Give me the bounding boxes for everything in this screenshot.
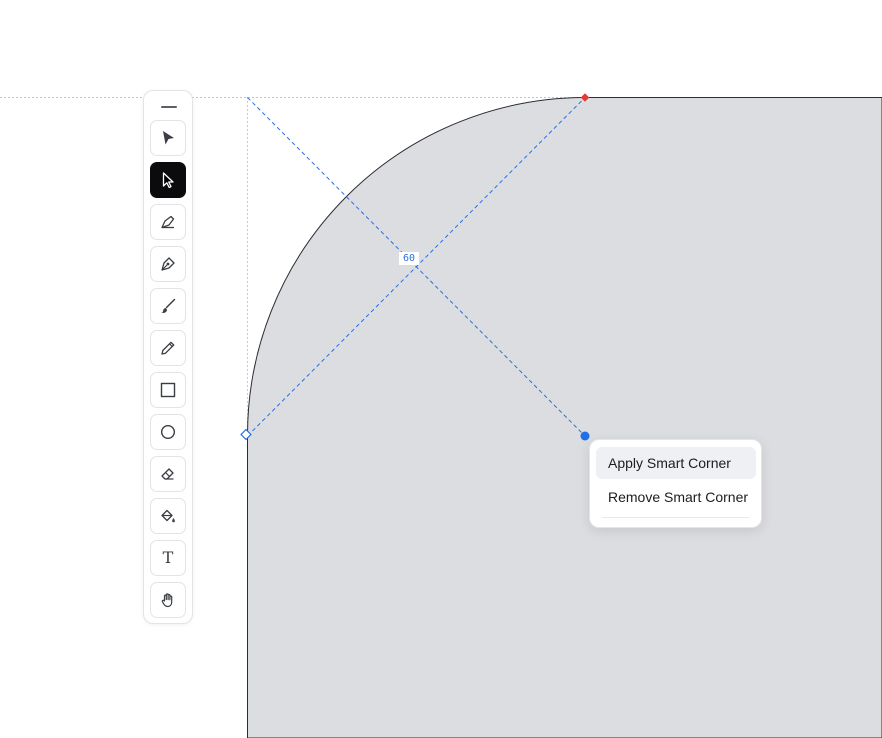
smart-corner-context-menu: Apply Smart Corner Remove Smart Corner xyxy=(589,439,762,528)
tool-ellipse[interactable] xyxy=(150,414,186,450)
tool-text[interactable]: T xyxy=(150,540,186,576)
corner-radius-handle[interactable] xyxy=(580,431,590,441)
apply-smart-corner-item[interactable]: Apply Smart Corner xyxy=(596,447,756,479)
drag-handle-icon[interactable] xyxy=(161,106,177,108)
menu-divider xyxy=(602,517,749,518)
pen-tool-icon xyxy=(161,257,175,271)
design-canvas[interactable]: 60 T Apply Smart Corner Remove Smart Cor… xyxy=(0,0,882,738)
tool-rectangle[interactable] xyxy=(150,372,186,408)
tool-eraser[interactable] xyxy=(150,456,186,492)
circle-icon xyxy=(160,424,176,440)
tool-select[interactable] xyxy=(150,162,186,198)
text-icon: T xyxy=(162,548,174,567)
brush-icon xyxy=(161,298,176,313)
cursor-icon xyxy=(162,172,174,189)
eraser-icon xyxy=(161,468,174,480)
pencil-icon xyxy=(161,341,175,355)
tool-direct-select[interactable] xyxy=(150,120,186,156)
remove-smart-corner-item[interactable]: Remove Smart Corner xyxy=(596,481,756,513)
tool-fill[interactable] xyxy=(150,498,186,534)
arrow-solid-icon xyxy=(163,131,174,145)
tool-vector-brush[interactable] xyxy=(150,204,186,240)
tool-pen[interactable] xyxy=(150,246,186,282)
tool-hand[interactable] xyxy=(150,582,186,618)
square-icon xyxy=(160,382,176,398)
paint-bucket-icon xyxy=(161,509,175,523)
canvas-drawing[interactable] xyxy=(0,0,882,738)
tool-brush[interactable] xyxy=(150,288,186,324)
hand-icon xyxy=(161,593,173,608)
nib-icon xyxy=(161,215,175,229)
tool-pencil[interactable] xyxy=(150,330,186,366)
corner-radius-label: 60 xyxy=(399,252,419,265)
tool-palette: T xyxy=(143,90,193,624)
